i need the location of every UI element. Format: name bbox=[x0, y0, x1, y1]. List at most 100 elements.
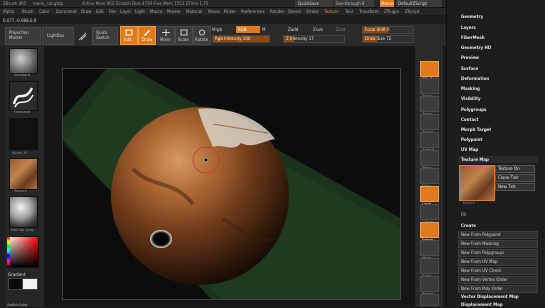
brush-thumbnail[interactable] bbox=[9, 48, 38, 74]
menu-draw[interactable]: Draw bbox=[81, 9, 91, 14]
menu-tool[interactable]: Tool bbox=[345, 9, 353, 14]
quicksave-button[interactable]: QuickSave bbox=[295, 0, 333, 7]
floor-button[interactable]: Floor bbox=[420, 168, 439, 188]
new-texture-button[interactable]: New Txtr bbox=[495, 183, 535, 191]
new-from-uv-check-button[interactable]: New From UV Check bbox=[458, 267, 538, 275]
zsub-toggle[interactable]: Zsub bbox=[313, 27, 323, 32]
focal-shift-slider[interactable]: Focal Shift 0 bbox=[362, 26, 414, 34]
menu-stencil[interactable]: Stencil bbox=[288, 9, 302, 14]
stroke-thumbnail[interactable] bbox=[9, 81, 38, 111]
menu-material[interactable]: Material bbox=[186, 9, 202, 14]
menu-color[interactable]: Color bbox=[39, 9, 49, 14]
local-button[interactable]: Local bbox=[420, 186, 439, 206]
menu-preferences[interactable]: Preferences bbox=[241, 9, 265, 14]
edit-button[interactable]: Edit bbox=[120, 26, 138, 45]
scroll-button[interactable]: Scroll bbox=[420, 78, 439, 98]
menu-visibility[interactable]: Visibility bbox=[461, 96, 481, 101]
fill-button[interactable]: Fill bbox=[461, 212, 466, 217]
actual-button[interactable]: Actual bbox=[420, 114, 439, 134]
menu-render[interactable]: Render bbox=[270, 9, 284, 14]
new-from-uv-map-button[interactable]: New From UV Map bbox=[458, 258, 538, 266]
menu-movie[interactable]: Movie bbox=[208, 9, 220, 14]
menu-vector-displacement-map[interactable]: Vector Displacement Map bbox=[461, 294, 519, 299]
color-picker[interactable] bbox=[7, 236, 39, 268]
menu-geometry-hd[interactable]: Geometry HD bbox=[461, 45, 491, 50]
texture-on-toggle[interactable]: Texture On bbox=[495, 165, 535, 173]
document-canvas[interactable] bbox=[62, 68, 401, 300]
alpha-thumbnail[interactable] bbox=[9, 118, 38, 150]
menu-morph-target[interactable]: Morph Target bbox=[461, 127, 491, 132]
material-thumbnail[interactable] bbox=[9, 196, 38, 228]
lsym-button[interactable]: L.Sym bbox=[420, 204, 439, 224]
move-button[interactable]: Move bbox=[157, 26, 175, 45]
menu-layer[interactable]: Layer bbox=[120, 9, 131, 14]
draw-button[interactable]: Draw bbox=[138, 26, 156, 45]
projection-master-button[interactable]: Projection Master bbox=[5, 27, 41, 45]
rotate-button[interactable]: Rotate bbox=[193, 26, 211, 45]
zadd-toggle[interactable]: Zadd bbox=[288, 27, 298, 32]
scale-view-button[interactable]: Scale bbox=[420, 258, 439, 278]
menu-layers[interactable]: Layers bbox=[461, 25, 476, 30]
default-zscript-button[interactable]: DefaultZScript bbox=[396, 0, 442, 7]
menu-contact[interactable]: Contact bbox=[461, 117, 478, 122]
scale-button[interactable]: Scale bbox=[175, 26, 193, 45]
lightbox-button[interactable]: LightBox bbox=[42, 27, 74, 45]
create-header[interactable]: Create bbox=[461, 223, 476, 228]
new-from-polypaint-button[interactable]: New From Polypaint bbox=[458, 231, 538, 239]
texture-thumbnail[interactable] bbox=[9, 158, 38, 190]
menu-edit[interactable]: Edit bbox=[96, 9, 104, 14]
aahalf-button[interactable]: AAHalf bbox=[420, 132, 439, 152]
new-from-vertex-order-button[interactable]: New From Vertex Order bbox=[458, 276, 538, 284]
texture-map-header[interactable]: Texture Map bbox=[458, 156, 538, 163]
menu-transform[interactable]: Transform bbox=[359, 9, 379, 14]
menu-displacement-map[interactable]: Displacement Map bbox=[461, 302, 503, 307]
menu-fibermesh[interactable]: FiberMesh bbox=[461, 35, 485, 40]
spix-button[interactable]: SPix 3 bbox=[420, 61, 439, 81]
menu-texture[interactable]: Texture bbox=[324, 9, 339, 14]
see-through-slider[interactable]: See-through 0 bbox=[334, 0, 374, 7]
menu-alpha[interactable]: Alpha bbox=[3, 9, 14, 14]
menu-marker[interactable]: Marker bbox=[167, 9, 181, 14]
new-from-masking-button[interactable]: New From Masking bbox=[458, 240, 538, 248]
move-view-button[interactable]: Move bbox=[420, 240, 439, 260]
frame-button[interactable]: Frame bbox=[420, 222, 439, 242]
menu-brush[interactable]: Brush bbox=[22, 9, 34, 14]
draw-size-slider[interactable]: Draw Size 72 bbox=[362, 35, 414, 43]
menu-deformation[interactable]: Deformation bbox=[461, 76, 489, 81]
switch-color-button[interactable]: SwitchColor bbox=[7, 303, 28, 308]
menu-document[interactable]: Document bbox=[56, 9, 77, 14]
rotate-view-button[interactable]: Rotate bbox=[420, 276, 439, 296]
texture-map-thumbnail[interactable] bbox=[459, 165, 495, 201]
menu-uv-map[interactable]: UV Map bbox=[461, 147, 478, 152]
menu-geometry[interactable]: Geometry bbox=[461, 14, 483, 19]
m-toggle[interactable]: M bbox=[262, 27, 265, 32]
menu-zplugin[interactable]: ZPlugin bbox=[384, 9, 399, 14]
menus-toggle[interactable]: Menus bbox=[380, 0, 394, 7]
menu-zscript[interactable]: ZScript bbox=[405, 9, 419, 14]
rgb-toggle[interactable]: RGB bbox=[236, 26, 260, 33]
menu-masking[interactable]: Masking bbox=[461, 86, 480, 91]
menu-preview[interactable]: Preview bbox=[461, 55, 479, 60]
quick-sketch-button[interactable]: Quick Sketch bbox=[92, 27, 118, 45]
menu-stroke[interactable]: Stroke bbox=[306, 9, 319, 14]
viewport-render[interactable] bbox=[63, 69, 401, 300]
menu-picker[interactable]: Picker bbox=[224, 9, 236, 14]
polyf-button[interactable] bbox=[420, 294, 439, 306]
persp-button[interactable]: Persp bbox=[420, 150, 439, 170]
zoom-button[interactable]: Zoom bbox=[420, 96, 439, 116]
menu-polypaint[interactable]: Polypaint bbox=[461, 137, 482, 142]
menu-surface[interactable]: Surface bbox=[461, 66, 478, 71]
menu-macro[interactable]: Macro bbox=[150, 9, 162, 14]
zcut-toggle[interactable]: Zcut bbox=[336, 27, 345, 32]
menu-polygroups[interactable]: Polygroups bbox=[461, 107, 486, 112]
menu-light[interactable]: Light bbox=[135, 9, 145, 14]
new-from-poly-order-button[interactable]: New From Poly Order bbox=[458, 285, 538, 293]
rgb-intensity-slider[interactable]: Rgb Intensity 100 bbox=[212, 35, 270, 43]
menu-file[interactable]: File bbox=[109, 9, 116, 14]
left-tray-handle[interactable] bbox=[0, 46, 5, 307]
main-color-swatch[interactable] bbox=[22, 278, 38, 290]
z-intensity-slider[interactable]: Z Intensity 17 bbox=[283, 35, 345, 43]
mrgb-toggle[interactable]: Mrgb bbox=[212, 27, 222, 32]
new-from-polygroups-button[interactable]: New From Polygroups bbox=[458, 249, 538, 257]
clone-texture-button[interactable]: Clone Txtr bbox=[495, 174, 535, 182]
